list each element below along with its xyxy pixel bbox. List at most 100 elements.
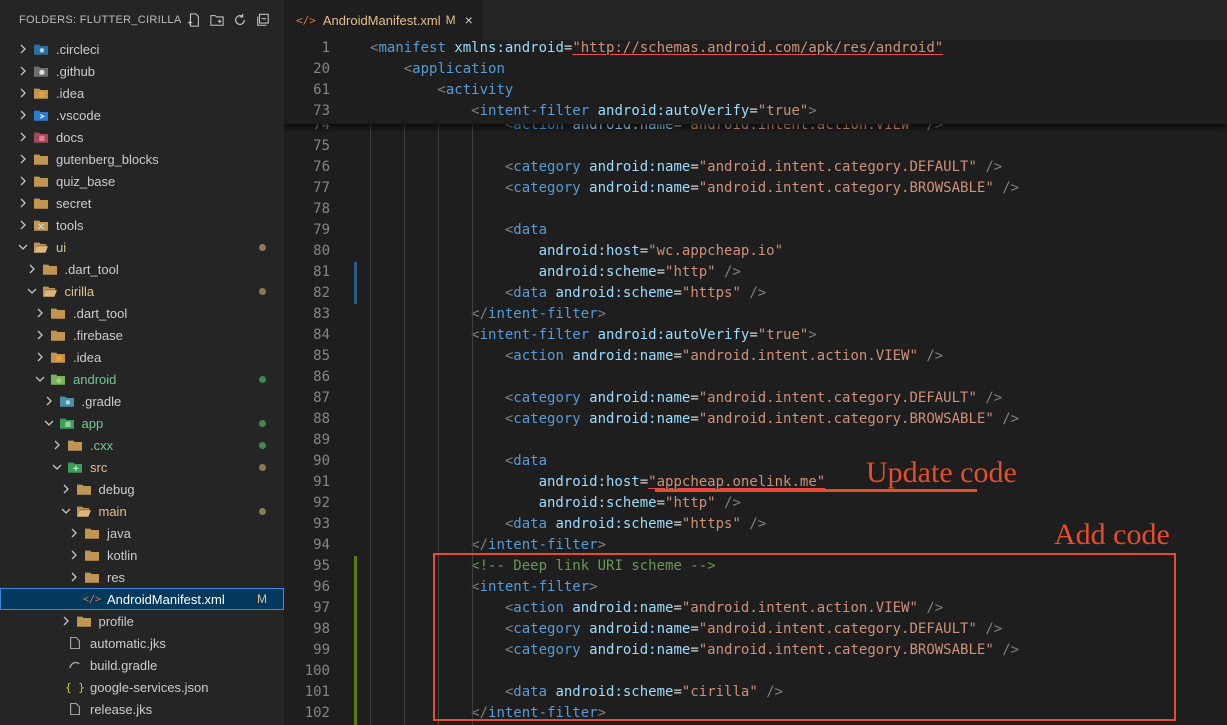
tree-item[interactable]: { } google-services.json xyxy=(0,676,284,698)
chevron-right-icon[interactable] xyxy=(18,66,28,76)
tree-item[interactable]: kotlin xyxy=(0,544,284,566)
tree-item[interactable]: quiz_base xyxy=(0,170,284,192)
chevron-down-icon[interactable] xyxy=(61,506,71,516)
chevron-down-icon[interactable] xyxy=(52,462,62,472)
close-icon[interactable]: × xyxy=(465,12,473,28)
refresh-icon[interactable] xyxy=(233,13,247,27)
chevron-right-icon[interactable] xyxy=(18,132,28,142)
line-number: 84 xyxy=(313,327,330,343)
modified-badge: M xyxy=(257,592,267,606)
chevron-right-icon[interactable] xyxy=(18,154,28,164)
code-line[interactable]: 89 xyxy=(284,430,1227,451)
chevron-right-icon[interactable] xyxy=(18,220,28,230)
code-line[interactable]: 80 android:host="wc.appcheap.io" xyxy=(284,241,1227,262)
chevron-down-icon[interactable] xyxy=(18,242,28,252)
chevron-right-icon[interactable] xyxy=(27,264,37,274)
code-line[interactable]: 20 <application xyxy=(284,59,1227,80)
tree-item[interactable]: res xyxy=(0,566,284,588)
tree-item-label: ui xyxy=(56,239,67,255)
chevron-right-icon[interactable] xyxy=(44,396,54,406)
tree-item[interactable]: .github xyxy=(0,60,284,82)
chevron-down-icon[interactable] xyxy=(35,374,45,384)
code-token: /> xyxy=(985,390,1003,406)
chevron-right-icon[interactable] xyxy=(18,44,28,54)
code-token: > xyxy=(808,103,817,119)
indent-guide xyxy=(370,124,371,725)
tree-item[interactable]: .gradle xyxy=(0,390,284,412)
tab-android-manifest[interactable]: </> AndroidManifest.xml M × xyxy=(284,0,484,40)
tree-item[interactable]: build.gradle xyxy=(0,654,284,676)
chevron-right-icon[interactable] xyxy=(18,88,28,98)
new-file-icon[interactable] xyxy=(187,13,201,27)
tree-item[interactable]: cirilla xyxy=(0,280,284,302)
tree-item[interactable]: .firebase xyxy=(0,324,284,346)
chevron-right-icon[interactable] xyxy=(18,110,28,120)
code-line[interactable]: 77 <category android:name="android.inten… xyxy=(284,178,1227,199)
code-line[interactable]: 75 xyxy=(284,136,1227,157)
code-line[interactable]: 92 android:scheme="http" /> xyxy=(284,493,1227,514)
tree-item[interactable]: ui xyxy=(0,236,284,258)
tree-item[interactable]: </> AndroidManifest.xml M xyxy=(0,588,284,610)
tree-item[interactable]: android xyxy=(0,368,284,390)
chevron-down-icon[interactable] xyxy=(27,286,37,296)
tree-item[interactable]: .idea xyxy=(0,346,284,368)
chevron-right-icon[interactable] xyxy=(18,176,28,186)
tree-item[interactable]: java xyxy=(0,522,284,544)
code-line[interactable]: 86 xyxy=(284,367,1227,388)
tree-item[interactable]: .dart_tool xyxy=(0,302,284,324)
chevron-right-icon[interactable] xyxy=(35,330,45,340)
code-line[interactable]: 83 </intent-filter> xyxy=(284,304,1227,325)
code-line[interactable]: 76 <category android:name="android.inten… xyxy=(284,157,1227,178)
code-token: = xyxy=(749,103,758,119)
tree-item[interactable]: .vscode xyxy=(0,104,284,126)
chevron-right-icon[interactable] xyxy=(52,440,62,450)
chevron-right-icon[interactable] xyxy=(69,572,79,582)
code-line[interactable]: 81 android:scheme="http" /> xyxy=(284,262,1227,283)
tree-item[interactable]: automatic.jks xyxy=(0,632,284,654)
tree-item[interactable]: debug xyxy=(0,478,284,500)
tree-item[interactable]: docs xyxy=(0,126,284,148)
src-icon xyxy=(68,460,82,474)
new-folder-icon[interactable] xyxy=(210,13,224,27)
chevron-right-icon[interactable] xyxy=(61,616,71,626)
chevron-right-icon[interactable] xyxy=(35,308,45,318)
code-line[interactable]: 73 <intent-filter android:autoVerify="tr… xyxy=(284,101,1227,122)
tree-item[interactable]: secret xyxy=(0,192,284,214)
chevron-right-icon[interactable] xyxy=(35,352,45,362)
tree-item[interactable]: gutenberg_blocks xyxy=(0,148,284,170)
chevron-right-icon[interactable] xyxy=(18,198,28,208)
code-line[interactable]: 82 <data android:scheme="https" /> xyxy=(284,283,1227,304)
code-line[interactable]: 78 xyxy=(284,199,1227,220)
chevron-down-icon[interactable] xyxy=(44,418,54,428)
chevron-right-icon[interactable] xyxy=(69,528,79,538)
tree-item[interactable]: .cxx xyxy=(0,434,284,456)
code-line[interactable]: 88 <category android:name="android.inten… xyxy=(284,409,1227,430)
code-line[interactable]: 61 <activity xyxy=(284,80,1227,101)
code-line[interactable]: 84 <intent-filter android:autoVerify="tr… xyxy=(284,325,1227,346)
tree-item[interactable]: src xyxy=(0,456,284,478)
code-token: activity xyxy=(445,82,514,98)
line-number: 79 xyxy=(313,222,330,238)
collapse-all-icon[interactable] xyxy=(256,13,270,27)
tree-item[interactable]: app xyxy=(0,412,284,434)
tree-item[interactable]: .idea xyxy=(0,82,284,104)
chevron-right-icon[interactable] xyxy=(61,484,71,494)
tree-item[interactable]: .dart_tool xyxy=(0,258,284,280)
github-icon xyxy=(34,64,48,78)
folder-icon xyxy=(34,174,48,188)
code-line[interactable]: 90 <data xyxy=(284,451,1227,472)
tree-item[interactable]: tools xyxy=(0,214,284,236)
chevron-right-icon[interactable] xyxy=(69,550,79,560)
tree-item[interactable]: profile xyxy=(0,610,284,632)
code-line[interactable]: 85 <action android:name="android.intent.… xyxy=(284,346,1227,367)
code-line[interactable]: 79 <data xyxy=(284,220,1227,241)
code-line[interactable]: 1 <manifest xmlns:android="http://schemas… xyxy=(284,40,1227,59)
sticky-scroll-header[interactable]: 1 <manifest xmlns:android="http://schemas… xyxy=(284,40,1227,124)
json-icon: { } xyxy=(65,680,85,694)
tree-item[interactable]: .circleci xyxy=(0,38,284,60)
tree-item[interactable]: main xyxy=(0,500,284,522)
tree-item[interactable]: release.jks xyxy=(0,698,284,720)
code-line[interactable]: 87 <category android:name="android.inten… xyxy=(284,388,1227,409)
tab-bar: </> AndroidManifest.xml M × xyxy=(284,0,1227,40)
